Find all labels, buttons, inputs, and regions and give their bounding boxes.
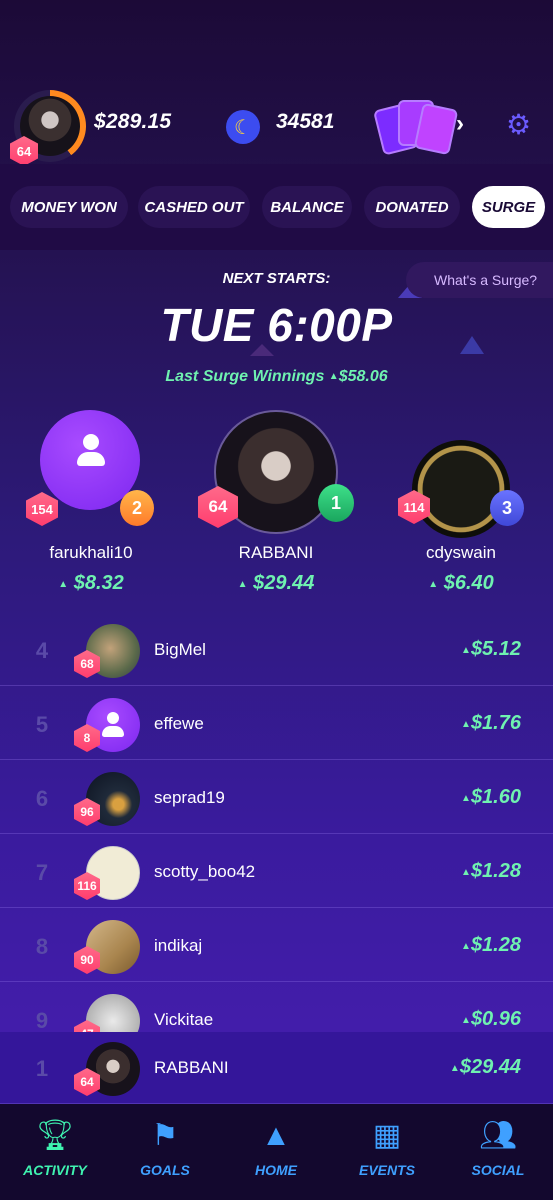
username: scotty_boo42 [154, 862, 256, 881]
profile-avatar[interactable]: 64 [10, 90, 86, 166]
list-item[interactable]: 8 90 indikaj ▲$1.28 [0, 910, 553, 982]
nav-goals[interactable]: ⚑ GOALS [110, 1116, 220, 1178]
moon-icon: ☾ [226, 110, 260, 144]
username: seprad19 [154, 788, 225, 807]
last-surge-winnings: Last Surge Winnings ▲$58.06 [0, 368, 553, 386]
tab-balance[interactable]: BALANCE [262, 186, 352, 228]
amount: ▲$1.60 [461, 786, 521, 808]
amount: ▲$1.28 [461, 934, 521, 956]
rank-number: 7 [35, 860, 49, 885]
podium-amount: ▲ $29.44 [237, 572, 315, 594]
last-win-amount: $58.06 [338, 368, 388, 385]
up-arrow-icon: ▲ [461, 645, 471, 656]
rank-number: 1 [35, 1056, 49, 1081]
whats-a-surge-link[interactable]: What's a Surge? [406, 262, 553, 298]
amount: ▲$1.76 [461, 712, 521, 734]
amount: ▲$1.28 [461, 860, 521, 882]
avatar [412, 440, 510, 538]
up-arrow-icon: ▲ [428, 579, 439, 590]
rank-number: 6 [35, 786, 49, 811]
up-arrow-icon: ▲ [237, 579, 248, 590]
stat-tabs: MONEY WON CASHED OUT BALANCE DONATED SUR… [0, 164, 553, 250]
up-arrow-icon: ▲ [449, 1063, 460, 1074]
list-item[interactable]: 5 8 effewe ▲$1.76 [0, 688, 553, 760]
username: Vickitae [154, 1010, 214, 1029]
gear-icon[interactable]: ⚙ [506, 108, 531, 141]
username: BigMel [154, 640, 206, 659]
chevron-right-icon[interactable]: › [456, 110, 464, 138]
next-surge-time: TUE 6:00P [160, 299, 393, 351]
balance-amount[interactable]: $289.15 [94, 110, 171, 134]
up-arrow-icon: ▲ [461, 1015, 471, 1026]
up-arrow-icon: ▲ [58, 579, 69, 590]
flag-icon: ⚑ [151, 1119, 179, 1152]
tab-surge[interactable]: SURGE [472, 186, 545, 228]
podium-amount: ▲ $8.32 [58, 572, 124, 594]
username: effewe [154, 714, 204, 733]
rank-badge-1: 1 [318, 484, 354, 522]
nav-events[interactable]: ▦ EVENTS [332, 1116, 442, 1178]
podium-amount: ▲ $6.40 [428, 572, 494, 594]
podium-name: cdyswain [426, 543, 496, 562]
cards-icon[interactable] [372, 98, 459, 156]
level-badge: 154 [26, 492, 58, 526]
my-rank-row[interactable]: 1 64 RABBANI ▲$29.44 [0, 1032, 553, 1104]
amount: ▲$0.96 [461, 1008, 521, 1030]
trophy-icon: 🏆︎ [35, 1119, 75, 1152]
list-item[interactable]: 7 116 scotty_boo42 ▲$1.28 [0, 836, 553, 908]
nav-social[interactable]: 👥︎ SOCIAL [443, 1116, 553, 1178]
tab-cashed-out[interactable]: CASHED OUT [138, 186, 250, 228]
nav-home[interactable]: ▲ HOME [221, 1116, 331, 1178]
up-arrow-icon: ▲ [461, 793, 471, 804]
coin-count[interactable]: 34581 [276, 110, 334, 134]
rank-number: 9 [35, 1008, 49, 1033]
podium-name: farukhali10 [49, 543, 133, 562]
calendar-star-icon: ▦ [372, 1119, 402, 1152]
nav-activity[interactable]: 🏆︎ ACTIVITY [0, 1116, 110, 1178]
rank-number: 4 [35, 638, 49, 663]
up-arrow-icon: ▲ [328, 371, 339, 382]
rank-badge-3: 3 [490, 490, 524, 526]
tab-donated[interactable]: DONATED [364, 186, 460, 228]
last-win-label: Last Surge Winnings [165, 368, 325, 385]
username: indikaj [154, 936, 203, 955]
list-item[interactable]: 6 96 seprad19 ▲$1.60 [0, 762, 553, 834]
list-item[interactable]: 4 68 BigMel ▲$5.12 [0, 614, 553, 686]
user-placeholder-icon [74, 434, 108, 468]
up-arrow-icon: ▲ [461, 941, 471, 952]
rank-badge-2: 2 [120, 490, 154, 526]
amount: ▲$29.44 [449, 1056, 521, 1078]
tab-money-won[interactable]: MONEY WON [10, 186, 128, 228]
rank-number: 8 [35, 934, 49, 959]
card-shape [413, 102, 459, 156]
home-icon: ▲ [261, 1119, 291, 1152]
bottom-nav: 🏆︎ ACTIVITY ⚑ GOALS ▲ HOME ▦ EVENTS 👥︎ S… [0, 1104, 553, 1200]
up-arrow-icon: ▲ [461, 867, 471, 878]
username: RABBANI [154, 1058, 229, 1077]
rank-number: 5 [35, 712, 49, 737]
amount: ▲$5.12 [461, 638, 521, 660]
up-arrow-icon: ▲ [461, 719, 471, 730]
people-icon: 👥︎ [478, 1119, 518, 1152]
podium-name: RABBANI [238, 543, 314, 562]
app: 64 $289.15 ☾ 34581 › ⚙ MONEY WON CASHED … [0, 0, 553, 1200]
